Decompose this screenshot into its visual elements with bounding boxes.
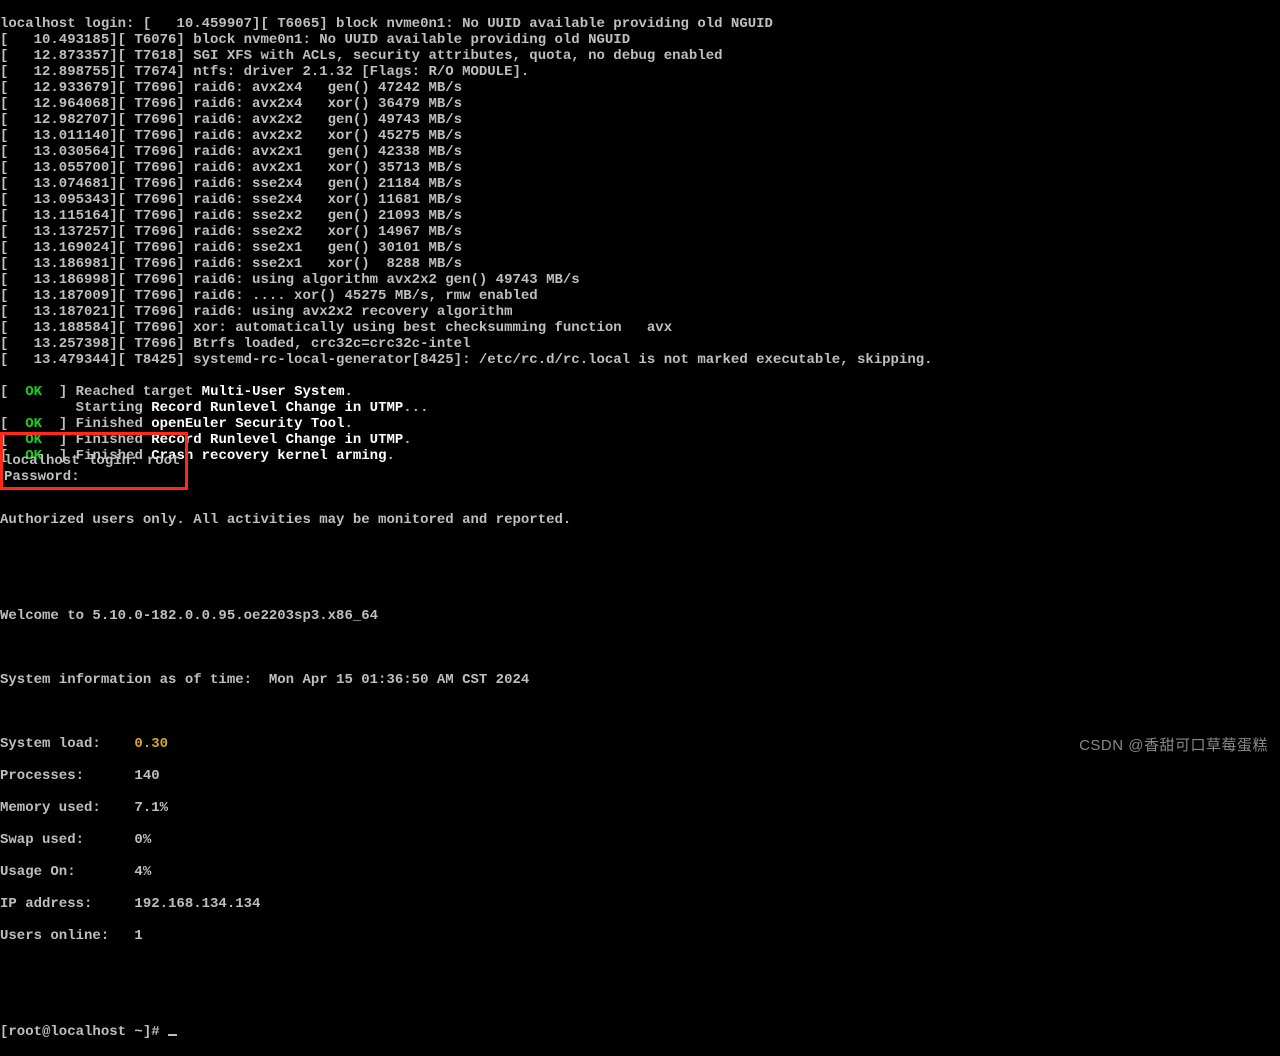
boot-line: [ 13.186981][ T7696] raid6: sse2x1 xor()… (0, 256, 933, 272)
boot-line: [ 13.055700][ T7696] raid6: avx2x1 xor()… (0, 160, 933, 176)
boot-line: [ 13.137257][ T7696] raid6: sse2x2 xor()… (0, 224, 933, 240)
boot-line: [ 12.964068][ T7696] raid6: avx2x4 xor()… (0, 96, 933, 112)
welcome-line: Welcome to 5.10.0-182.0.0.95.oe2203sp3.x… (0, 608, 571, 624)
boot-line: [ 12.873357][ T7618] SGI XFS with ACLs, … (0, 48, 933, 64)
csdn-watermark: CSDN @香甜可口草莓蛋糕 (1079, 738, 1268, 754)
boot-line: [ 12.933679][ T7696] raid6: avx2x4 gen()… (0, 80, 933, 96)
status-message: Record Runlevel Change in UTMP (151, 432, 403, 448)
boot-line: [ 13.479344][ T8425] systemd-rc-local-ge… (0, 352, 933, 368)
cursor-icon (168, 1034, 177, 1036)
status-message: Multi-User System (202, 384, 345, 400)
boot-line: [ 12.982707][ T7696] raid6: avx2x2 gen()… (0, 112, 933, 128)
status-line: Starting Record Runlevel Change in UTMP.… (0, 400, 933, 416)
stat-swap: Swap used: 0% (0, 832, 571, 848)
password-label[interactable]: Password: (4, 469, 80, 485)
stat-ip: IP address: 192.168.134.134 (0, 896, 571, 912)
boot-line: [ 13.169024][ T7696] raid6: sse2x1 gen()… (0, 240, 933, 256)
post-login: Authorized users only. All activities ma… (0, 496, 571, 1056)
stat-load-value: 0.30 (134, 736, 168, 752)
stat-processes: Processes: 140 (0, 768, 571, 784)
boot-line: [ 13.030564][ T7696] raid6: avx2x1 gen()… (0, 144, 933, 160)
boot-line: [ 13.187021][ T7696] raid6: using avx2x2… (0, 304, 933, 320)
status-line: [ OK ] Finished openEuler Security Tool. (0, 416, 933, 432)
stat-load-label: System load: (0, 736, 134, 752)
stat-memory: Memory used: 7.1% (0, 800, 571, 816)
boot-line: [ 13.011140][ T7696] raid6: avx2x2 xor()… (0, 128, 933, 144)
boot-line: localhost login: [ 10.459907][ T6065] bl… (0, 16, 933, 32)
boot-line: [ 13.115164][ T7696] raid6: sse2x2 gen()… (0, 208, 933, 224)
terminal[interactable]: localhost login: [ 10.459907][ T6065] bl… (0, 0, 933, 480)
ok-badge: OK (25, 416, 42, 432)
boot-line: [ 13.257398][ T7696] Btrfs loaded, crc32… (0, 336, 933, 352)
login-highlight-box: localhost login: root Password: (0, 432, 188, 490)
stat-users: Users online: 1 (0, 928, 571, 944)
shell-prompt[interactable]: [root@localhost ~]# (0, 1024, 168, 1040)
boot-line: [ 13.095343][ T7696] raid6: sse2x4 xor()… (0, 192, 933, 208)
stat-usage: Usage On: 4% (0, 864, 571, 880)
login-prompt: localhost login: (4, 453, 147, 469)
status-message: Record Runlevel Change in UTMP (151, 400, 403, 416)
status-message: openEuler Security Tool (151, 416, 344, 432)
boot-line: [ 13.187009][ T7696] raid6: .... xor() 4… (0, 288, 933, 304)
boot-line: [ 10.493185][ T6076] block nvme0n1: No U… (0, 32, 933, 48)
boot-line: [ 13.186998][ T7696] raid6: using algori… (0, 272, 933, 288)
boot-log: localhost login: [ 10.459907][ T6065] bl… (0, 16, 933, 368)
login-user[interactable]: root (147, 453, 181, 469)
sysinfo-time: System information as of time: Mon Apr 1… (0, 672, 571, 688)
ok-badge: OK (25, 384, 42, 400)
boot-line: [ 13.074681][ T7696] raid6: sse2x4 gen()… (0, 176, 933, 192)
auth-notice: Authorized users only. All activities ma… (0, 512, 571, 528)
boot-line: [ 13.188584][ T7696] xor: automatically … (0, 320, 933, 336)
status-line: [ OK ] Reached target Multi-User System. (0, 384, 933, 400)
boot-line: [ 12.898755][ T7674] ntfs: driver 2.1.32… (0, 64, 933, 80)
